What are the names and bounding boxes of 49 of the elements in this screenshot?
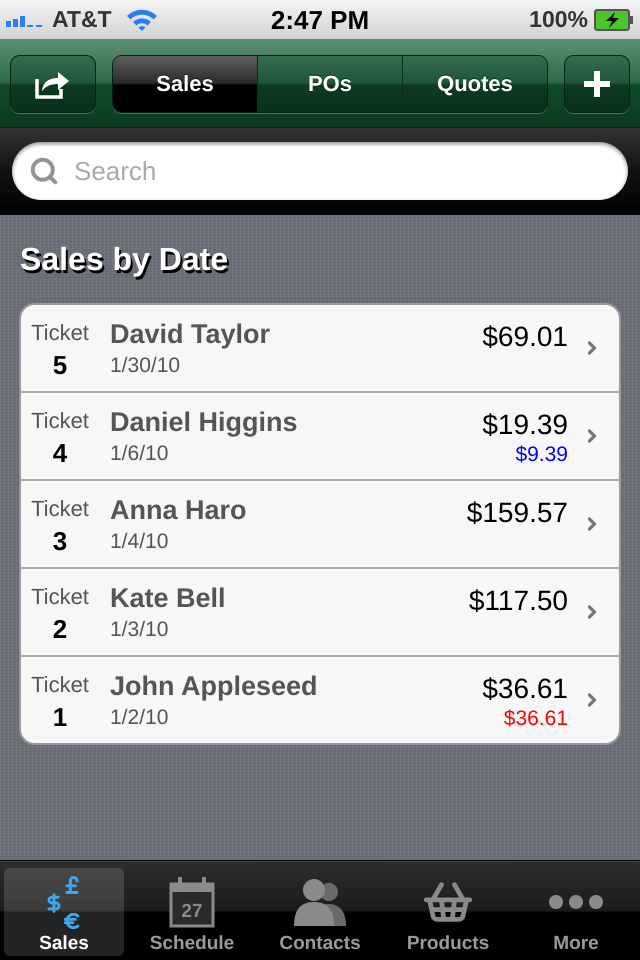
segment-tab[interactable]: Quotes	[402, 56, 547, 112]
ticket-label: Ticket	[31, 407, 89, 435]
segment-tab[interactable]: POs	[257, 56, 402, 112]
ticket-number: 5	[52, 349, 68, 382]
secondary-amount: $9.39	[515, 442, 568, 468]
sale-date: 1/3/10	[110, 617, 168, 643]
plus-icon	[584, 70, 610, 96]
ticket-number: 2	[52, 613, 68, 646]
customer-name: Daniel Higgins	[110, 407, 298, 437]
ticket-label: Ticket	[31, 495, 89, 523]
customer-name: Kate Bell	[110, 583, 226, 613]
customer-name: John Appleseed	[110, 671, 318, 701]
ellipsis-icon	[548, 894, 604, 910]
search-icon	[29, 156, 59, 186]
tab-bar-item[interactable]: Contacts	[260, 868, 380, 956]
customer-name: Anna Haro	[110, 495, 247, 525]
carrier-name: AT&T	[52, 6, 112, 33]
tab-bar-item[interactable]: More	[516, 868, 636, 956]
customer-name: David Taylor	[110, 319, 270, 349]
people-icon	[292, 878, 348, 926]
sale-amount: $159.57	[466, 497, 568, 529]
battery-icon	[594, 8, 634, 30]
sale-amount: $19.39	[482, 409, 568, 441]
status-time: 2:47 PM	[270, 4, 370, 36]
sale-date: 1/4/10	[110, 529, 168, 555]
ticket-label: Ticket	[31, 319, 89, 347]
ticket-number: 1	[52, 701, 68, 734]
sale-amount: $36.61	[482, 673, 568, 705]
sale-row[interactable]: Ticket 1 John Appleseed 1/2/10 $36.61 $36.61	[21, 655, 619, 743]
tab-bar-item[interactable]: Sales	[4, 868, 124, 956]
secondary-amount: $36.61	[504, 706, 568, 732]
ticket-label: Ticket	[31, 671, 89, 699]
ticket-number: 4	[52, 437, 68, 470]
search-field[interactable]: Search	[12, 142, 628, 200]
sale-amount: $69.01	[482, 321, 568, 353]
add-button[interactable]	[564, 54, 630, 112]
battery-percentage: 100%	[529, 6, 588, 33]
ticket-label: Ticket	[31, 583, 89, 611]
tab-bar-item[interactable]: 27 Schedule	[132, 868, 252, 956]
section-title: Sales by Date	[20, 240, 228, 279]
sale-date: 1/30/10	[110, 353, 180, 379]
sale-date: 1/2/10	[110, 705, 168, 731]
ticket-number: 3	[52, 525, 68, 558]
tab-bar-item[interactable]: Products	[388, 868, 508, 956]
sale-date: 1/6/10	[110, 441, 168, 467]
wifi-icon	[126, 8, 158, 32]
segment-tab[interactable]: Sales	[113, 56, 257, 112]
share-button[interactable]	[10, 54, 96, 112]
sale-amount: $117.50	[468, 585, 568, 617]
